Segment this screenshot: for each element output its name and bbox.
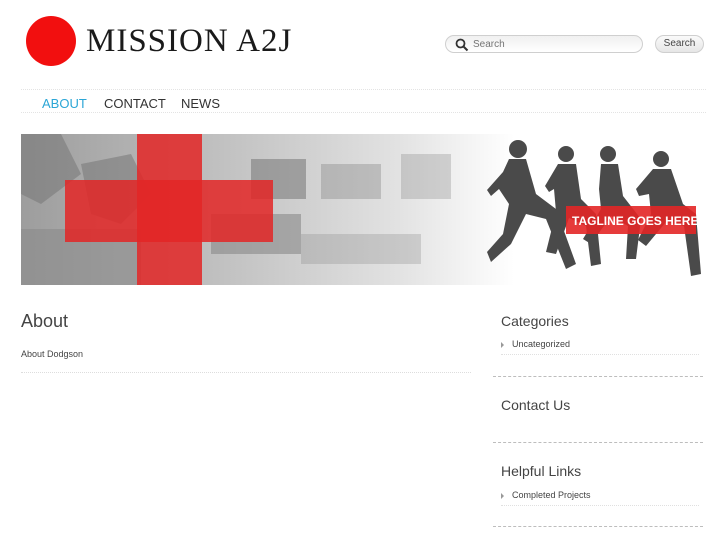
- banner-image: [21, 134, 701, 285]
- widget-separator: [493, 526, 703, 527]
- widget-title-contact: Contact Us: [501, 397, 571, 413]
- widget-divider: [501, 505, 699, 506]
- logo-text: MISSION A2J: [86, 22, 293, 59]
- header-banner: TAGLINE GOES HERE: [21, 134, 706, 285]
- widget-divider: [501, 354, 699, 355]
- banner-tagline: TAGLINE GOES HERE: [572, 214, 699, 228]
- page-title: About: [21, 311, 69, 331]
- nav-item-about[interactable]: ABOUT: [42, 96, 87, 111]
- helpful-link-label: Completed Projects: [512, 490, 591, 500]
- search-box: [445, 35, 643, 53]
- search-button[interactable]: Search: [655, 35, 704, 53]
- widget-separator: [493, 442, 703, 443]
- site-logo[interactable]: MISSION A2J: [26, 16, 292, 66]
- logo-circle-icon: [26, 16, 76, 66]
- bullet-icon: [501, 341, 504, 348]
- page-body-text: About Dodgson: [21, 349, 84, 359]
- category-link-uncategorized[interactable]: Uncategorized: [501, 339, 570, 349]
- content-divider: [21, 372, 471, 373]
- category-link-label: Uncategorized: [512, 339, 571, 349]
- widget-title-helpful-links: Helpful Links: [501, 463, 582, 479]
- main-nav: ABOUT CONTACT NEWS: [21, 89, 706, 113]
- search-input[interactable]: [473, 37, 633, 52]
- nav-item-news[interactable]: NEWS: [181, 96, 220, 111]
- bullet-icon: [501, 492, 504, 499]
- search-icon: [455, 38, 469, 52]
- widget-separator: [493, 376, 703, 377]
- widget-title-categories: Categories: [501, 313, 569, 329]
- helpful-link-completed-projects[interactable]: Completed Projects: [501, 490, 591, 500]
- nav-item-contact[interactable]: CONTACT: [104, 96, 166, 111]
